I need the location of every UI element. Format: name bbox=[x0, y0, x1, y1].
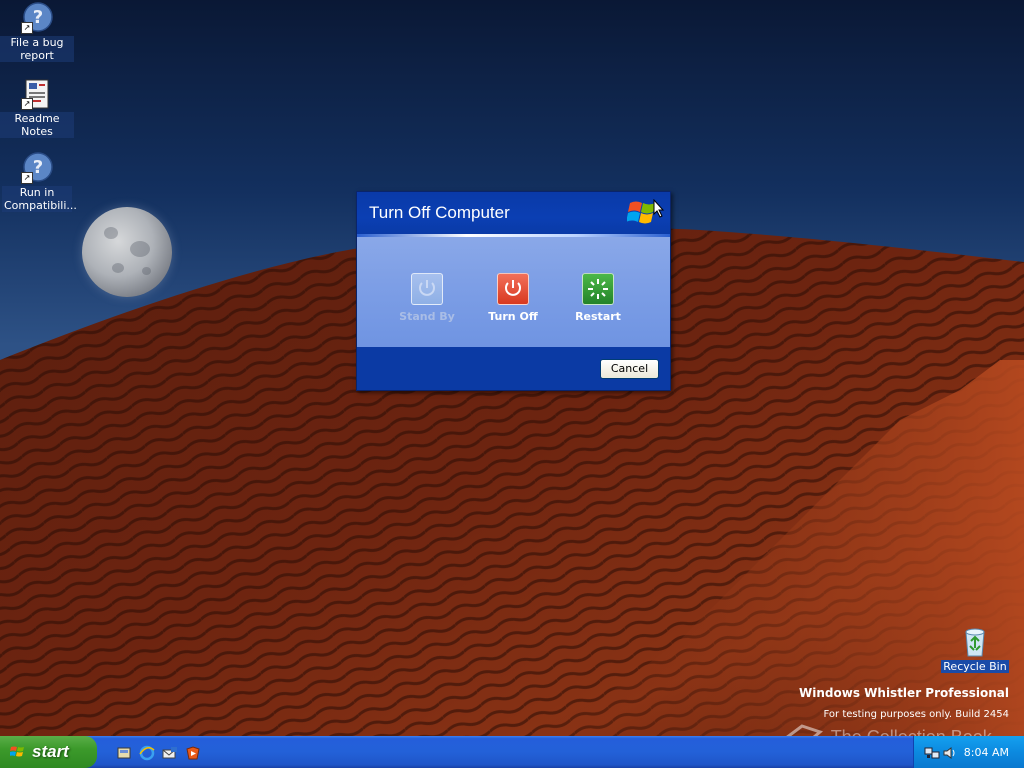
restart-button[interactable]: Restart bbox=[558, 273, 638, 323]
mouse-cursor-icon bbox=[653, 199, 665, 218]
desktop-icon-readme-notes[interactable]: ↗ Readme Notes bbox=[0, 78, 74, 138]
restart-label: Restart bbox=[575, 310, 621, 323]
document-icon: ↗ bbox=[21, 78, 53, 110]
desktop-icon-run-in-compatibility[interactable]: ? ↗ Run in Compatibili... bbox=[0, 152, 77, 212]
desktop-icon-label: Recycle Bin bbox=[941, 660, 1009, 673]
moon bbox=[82, 207, 172, 297]
standby-option: Stand By bbox=[387, 273, 467, 323]
media-player-icon[interactable] bbox=[185, 745, 201, 761]
dialog-footer: Cancel bbox=[357, 347, 670, 390]
restart-icon bbox=[582, 273, 614, 305]
desktop-icon-recycle-bin[interactable]: Recycle Bin bbox=[938, 626, 1012, 673]
turn-off-button[interactable]: Turn Off bbox=[473, 273, 553, 323]
outlook-express-icon[interactable] bbox=[162, 745, 178, 761]
desktop-icon-label: Run in Compatibili... bbox=[2, 186, 77, 212]
shortcut-arrow-icon: ↗ bbox=[21, 22, 33, 34]
dialog-title: Turn Off Computer bbox=[369, 203, 510, 222]
standby-icon bbox=[411, 273, 443, 305]
show-desktop-icon[interactable] bbox=[116, 745, 132, 761]
power-icon bbox=[497, 273, 529, 305]
taskbar-clock[interactable]: 8:04 AM bbox=[964, 746, 1009, 759]
desktop-icon-label: Readme Notes bbox=[0, 112, 74, 138]
svg-text:?: ? bbox=[33, 157, 43, 178]
desktop: ? ↗ File a bug report ↗ Readme Notes ? ↗… bbox=[0, 0, 1024, 768]
svg-text:?: ? bbox=[33, 7, 43, 28]
start-button[interactable]: start bbox=[0, 736, 97, 768]
internet-explorer-icon[interactable] bbox=[139, 745, 155, 761]
recycle-bin-icon bbox=[959, 626, 991, 658]
edition-branding-title: Windows Whistler Professional bbox=[799, 686, 1009, 700]
turn-off-computer-dialog: Turn Off Computer Stand By Turn Off Rest… bbox=[356, 191, 671, 391]
system-tray: 8:04 AM bbox=[913, 736, 1024, 768]
taskbar: start 8:04 AM bbox=[0, 736, 1024, 768]
desktop-icon-label: File a bug report bbox=[0, 36, 74, 62]
turn-off-label: Turn Off bbox=[488, 310, 538, 323]
shortcut-arrow-icon: ↗ bbox=[21, 172, 33, 184]
dialog-options-panel: Stand By Turn Off Restart bbox=[357, 237, 670, 347]
network-icon[interactable] bbox=[924, 745, 940, 761]
cancel-button[interactable]: Cancel bbox=[600, 359, 659, 379]
desktop-icon-file-a-bug-report[interactable]: ? ↗ File a bug report bbox=[0, 2, 74, 62]
help-question-icon: ? ↗ bbox=[21, 152, 53, 184]
standby-label: Stand By bbox=[399, 310, 455, 323]
help-question-icon: ? ↗ bbox=[21, 2, 53, 34]
dialog-title-bar: Turn Off Computer bbox=[357, 192, 670, 235]
speaker-icon[interactable] bbox=[942, 745, 958, 761]
windows-logo-icon bbox=[10, 746, 24, 757]
start-label: start bbox=[32, 742, 69, 761]
shortcut-arrow-icon: ↗ bbox=[21, 98, 33, 110]
